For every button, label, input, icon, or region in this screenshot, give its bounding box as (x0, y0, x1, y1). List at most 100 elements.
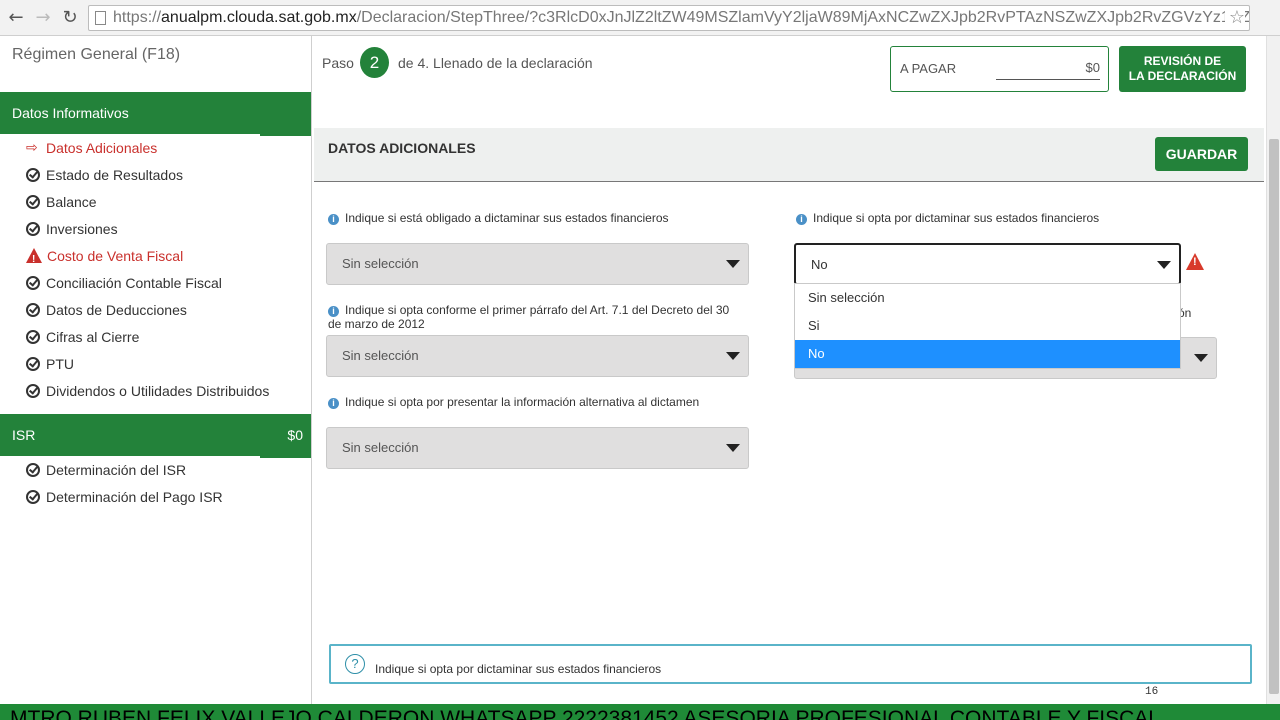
sidebar-item-cifras-al-cierre[interactable]: Cifras al Cierre (26, 323, 269, 350)
save-button[interactable]: GUARDAR (1155, 137, 1248, 171)
question-text: Indique si opta por dictaminar sus estad… (813, 211, 1100, 225)
caret-down-icon (1194, 354, 1208, 362)
pay-label: A PAGAR (900, 61, 957, 76)
check-circle-icon (26, 383, 40, 398)
info-icon: i (328, 306, 339, 317)
caret-down-icon (726, 444, 740, 452)
caret-down-icon (726, 260, 740, 268)
select-art-7-1[interactable]: Sin selección (326, 335, 749, 377)
section-header-label: Datos Informativos (12, 105, 129, 121)
question-text: Indique si opta por presentar la informa… (345, 395, 700, 409)
pay-value: $0 (996, 60, 1100, 80)
sidebar-item-inversiones[interactable]: Inversiones (26, 215, 269, 242)
review-button-line2: LA DECLARACIÓN (1128, 69, 1237, 83)
address-bar[interactable]: https://anualpm.clouda.sat.gob.mx/Declar… (88, 5, 1250, 31)
question-text-line2: de marzo de 2012 (328, 317, 425, 331)
select-value: Sin selección (342, 256, 419, 271)
select-informacion-alternativa[interactable]: Sin selección (326, 427, 749, 469)
question-label-informacion-alternativa: i Indique si opta por presentar la inform… (328, 395, 699, 409)
sidebar-item-datos-adicionales[interactable]: ⇨ Datos Adicionales (26, 134, 269, 161)
dropdown-option[interactable]: Si (795, 312, 1180, 340)
url-scheme: https:// (113, 9, 162, 26)
sidebar-item-label: Inversiones (46, 220, 118, 237)
check-circle-icon (26, 167, 40, 182)
sidebar-item-label: Determinación del ISR (46, 461, 187, 478)
check-circle-icon (26, 356, 40, 371)
warning-icon (1186, 253, 1204, 270)
reload-icon[interactable]: ↻ (60, 8, 80, 28)
sidebar-item-estado-de-resultados[interactable]: Estado de Resultados (26, 161, 269, 188)
check-circle-icon (26, 329, 40, 344)
sidebar-item-label: Cifras al Cierre (46, 328, 140, 345)
check-circle-icon (26, 489, 40, 504)
sidebar-item-costo-de-venta-fiscal[interactable]: Costo de Venta Fiscal (26, 242, 269, 270)
sidebar-item-determinación-del-isr[interactable]: Determinación del ISR (26, 456, 223, 483)
sidebar-item-datos-de-deducciones[interactable]: Datos de Deducciones (26, 296, 269, 323)
question-text: Indique si está obligado a dictaminar su… (345, 211, 669, 225)
bookmark-star-icon[interactable]: ☆ (1224, 6, 1245, 30)
dropdown-option[interactable]: No (795, 340, 1180, 368)
question-text-line1: Indique si opta conforme el primer párra… (345, 303, 730, 317)
sidebar-item-determinación-del-pago-isr[interactable]: Determinación del Pago ISR (26, 483, 223, 510)
info-icon: i (328, 214, 339, 225)
back-arrow-icon[interactable]: ← (6, 8, 26, 28)
sidebar-list-isr: Determinación del ISR Determinación del P… (26, 456, 223, 510)
sidebar-item-label: Dividendos o Utilidades Distribuidos (46, 382, 270, 399)
sidebar-item-label: Datos Adicionales (46, 139, 158, 156)
question-label-obligado-dictaminar: i Indique si está obligado a dictaminar s… (328, 211, 669, 225)
sidebar-item-label: Determinación del Pago ISR (46, 488, 223, 505)
check-circle-icon (26, 462, 40, 477)
section-header-label: ISR (12, 427, 36, 443)
vertical-scrollbar[interactable] (1266, 36, 1280, 704)
amount-to-pay-box: A PAGAR $0 (890, 46, 1109, 92)
sidebar-item-balance[interactable]: Balance (26, 188, 269, 215)
url-path: /Declaracion/StepThree/?c3RlcD0xJnJlZ2lt… (356, 9, 1250, 26)
step-label: Paso (322, 55, 354, 71)
dropdown-option[interactable]: Sin selección (795, 284, 1180, 312)
sidebar-list-datos-informativos: ⇨ Datos Adicionales Estado de Resultados Ba… (26, 134, 269, 404)
review-declaration-button[interactable]: REVISIÓN DE LA DECLARACIÓN (1119, 46, 1246, 92)
warning-icon (26, 248, 42, 270)
help-text: Indique si opta por dictaminar sus estad… (375, 662, 662, 676)
forward-arrow-icon[interactable]: → (33, 8, 53, 28)
section-header-datos-informativos[interactable]: Datos Informativos (0, 92, 311, 136)
check-circle-icon (26, 275, 40, 290)
dropdown-options-list: Sin selección Si No (794, 283, 1181, 369)
sidebar-item-label: Costo de Venta Fiscal (47, 247, 184, 264)
sidebar-item-dividendos-o-utilidades-distribuidos[interactable]: Dividendos o Utilidades Distribuidos (26, 377, 269, 404)
review-button-line1: REVISIÓN DE (1143, 54, 1222, 68)
scrollbar-thumb[interactable] (1269, 139, 1279, 694)
footer-banner: MTRO RUBEN FELIX VALLEJO CALDERON WHATSA… (0, 704, 1280, 720)
check-circle-icon (26, 302, 40, 317)
caret-down-icon (726, 352, 740, 360)
sidebar-item-label: Balance (46, 193, 97, 210)
select-value: No (811, 257, 828, 272)
sidebar: Régimen General (F18) Datos Informativos… (0, 36, 312, 704)
check-circle-icon (26, 221, 40, 236)
info-icon: i (796, 214, 807, 225)
sidebar-item-conciliación-contable-fiscal[interactable]: Conciliación Contable Fiscal (26, 269, 269, 296)
select-value: Sin selección (342, 348, 419, 363)
question-label-art-7-1: i Indique si opta conforme el primer párr… (328, 303, 758, 331)
section-header-isr[interactable]: ISR $0 (0, 414, 311, 458)
isr-amount: $0 (287, 427, 303, 443)
sidebar-item-ptu[interactable]: PTU (26, 350, 269, 377)
help-box: ? Indique si opta por dictaminar sus est… (329, 644, 1252, 684)
select-value: Sin selección (342, 440, 419, 455)
sidebar-item-label: Conciliación Contable Fiscal (46, 274, 222, 291)
question-circle-icon: ? (345, 654, 365, 674)
check-circle-icon (26, 194, 40, 209)
section-header: DATOS ADICIONALES GUARDAR (314, 128, 1264, 182)
select-obligado-dictaminar[interactable]: Sin selección (326, 243, 749, 285)
sidebar-item-label: Datos de Deducciones (46, 301, 187, 318)
sidebar-item-label: Estado de Resultados (46, 166, 183, 183)
section-title: DATOS ADICIONALES (328, 140, 476, 156)
page-icon (95, 11, 106, 25)
browser-toolbar: ← → ↻ https://anualpm.clouda.sat.gob.mx/… (0, 0, 1280, 36)
main-content: Paso 2 de 4. Llenado de la declaración A… (312, 36, 1266, 704)
page-number: 16 (1145, 686, 1159, 698)
regimen-title: Régimen General (F18) (12, 46, 181, 63)
step-number-badge: 2 (360, 47, 389, 78)
select-opta-dictaminar[interactable]: No (794, 243, 1181, 285)
question-label-opta-dictaminar: i Indique si opta por dictaminar sus esta… (796, 211, 1099, 225)
